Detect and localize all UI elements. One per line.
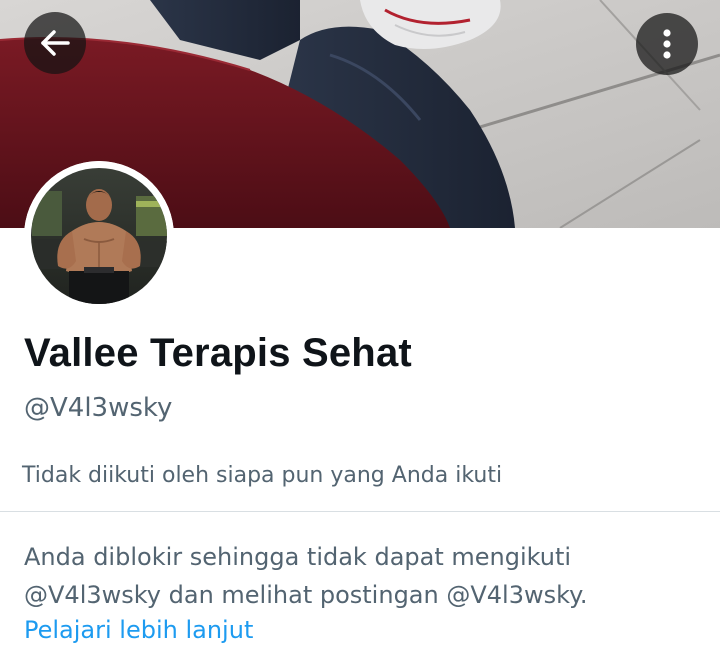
more-options-button[interactable] <box>636 13 698 75</box>
blocked-notice-line-1: Anda diblokir sehingga tidak dapat mengi… <box>24 543 572 571</box>
back-button[interactable] <box>24 12 86 74</box>
learn-more-link[interactable]: Pelajari lebih lanjut <box>24 616 253 644</box>
arrow-left-icon <box>41 30 70 56</box>
profile-avatar[interactable] <box>24 161 174 311</box>
followers-you-know-note: Tidak diikuti oleh siapa pun yang Anda i… <box>22 463 503 488</box>
section-divider <box>0 511 720 512</box>
blocked-notice: Anda diblokir sehingga tidak dapat mengi… <box>24 538 704 614</box>
blocked-notice-line-2: @V4l3wsky dan melihat postingan @V4l3wsk… <box>24 581 588 609</box>
more-vertical-icon <box>663 29 671 59</box>
profile-handle: @V4l3wsky <box>24 393 173 423</box>
avatar-photo <box>24 161 174 311</box>
profile-display-name: Vallee Terapis Sehat <box>24 331 412 375</box>
